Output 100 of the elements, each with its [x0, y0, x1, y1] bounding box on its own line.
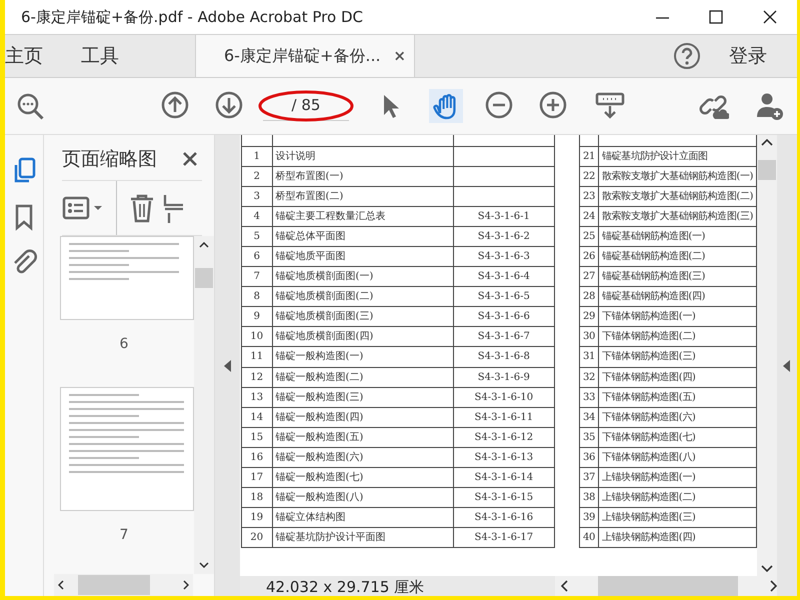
- table-cell: 2: [242, 166, 272, 186]
- table-cell: 锚碇一般构造图(一): [272, 346, 454, 368]
- search-icon[interactable]: [15, 91, 45, 121]
- table-cell: S4-3-1-6-13: [453, 447, 555, 468]
- table-cell: 上锚块钢筋构造图(四): [598, 528, 756, 548]
- scrollbar-thumb[interactable]: [195, 268, 213, 288]
- table-cell: 24: [580, 206, 598, 226]
- table-cell: 锚碇总体平面图: [272, 226, 454, 246]
- keyboard-icon[interactable]: [595, 91, 625, 121]
- zoom-in-icon[interactable]: [539, 91, 569, 121]
- arrow-down-icon[interactable]: [215, 91, 245, 121]
- table-cell: 锚碇地质横剖面图(一): [272, 266, 454, 287]
- scroll-up-icon[interactable]: [761, 139, 773, 146]
- table-cell: 下锚体钢筋构造图(三): [598, 346, 756, 368]
- user-add-icon[interactable]: [755, 91, 785, 121]
- table-cell: 锚碇立体结构图: [272, 508, 454, 528]
- table-cell: 上锚块钢筋构造图(一): [598, 468, 756, 488]
- table-cell: 锚碇一般构造图(八): [272, 488, 454, 508]
- login-button[interactable]: 登录: [701, 35, 797, 77]
- collapse-arrow-icon[interactable]: [224, 360, 232, 372]
- table-cell: 锚碇地质横剖面图(二): [272, 286, 454, 307]
- scrollbar-thumb[interactable]: [598, 576, 738, 596]
- scroll-right-icon[interactable]: [770, 580, 777, 592]
- table-cell: 锚碇基础钢筋构造图(四): [598, 286, 756, 307]
- table-cell: 下锚体钢筋构造图(六): [598, 407, 756, 428]
- scroll-up-icon[interactable]: [199, 242, 209, 248]
- table-cell: 锚碇地质横剖面图(四): [272, 326, 454, 347]
- table-cell: S4-3-1-6-14: [453, 468, 555, 488]
- table-cell: 21: [580, 146, 598, 166]
- scrollbar-thumb[interactable]: [78, 575, 150, 595]
- table-cell: 锚碇基坑防护设计平面图: [272, 528, 454, 548]
- table-cell: 锚碇一般构造图(七): [272, 468, 454, 488]
- table-cell: 8: [242, 286, 272, 307]
- close-icon[interactable]: [182, 151, 198, 168]
- table-cell: 3: [242, 186, 272, 206]
- table-cell: 下锚体钢筋构造图(八): [598, 447, 756, 468]
- table-cell: 39: [580, 508, 598, 528]
- table-cell: 25: [580, 226, 598, 246]
- scroll-down-icon[interactable]: [199, 562, 209, 568]
- table-cell: 上锚块钢筋构造图(二): [598, 488, 756, 508]
- scrollbar-thumb[interactable]: [758, 160, 776, 180]
- table-cell: S4-3-1-6-11: [453, 407, 555, 428]
- page-size-label: 42.032 x 29.715 厘米: [240, 576, 555, 596]
- table-cell: 29: [580, 306, 598, 327]
- table-cell: 37: [580, 468, 598, 488]
- tab[interactable]: 6-康定岸锚碇+备份...: [195, 35, 415, 77]
- scroll-down-icon[interactable]: [761, 565, 773, 572]
- table-cell: 锚碇基坑防护设计立面图: [598, 146, 756, 166]
- table-cell: 锚碇基础钢筋构造图(二): [598, 246, 756, 267]
- table-cell: S4-3-1-6-5: [453, 286, 555, 307]
- table-cell: S4-3-1-6-4: [453, 266, 555, 287]
- table-cell: 35: [580, 427, 598, 448]
- zoom-out-icon[interactable]: [485, 91, 515, 121]
- trash-icon[interactable]: [129, 192, 155, 222]
- table-cell: S4-3-1-6-6: [453, 306, 555, 327]
- scroll-left-icon[interactable]: [561, 580, 568, 592]
- table-cell: 下锚体钢筋构造图(五): [598, 387, 756, 408]
- table-cell: 32: [580, 367, 598, 388]
- table-cell: S4-3-1-6-17: [453, 528, 555, 548]
- table-cell: 锚碇主要工程数量汇总表: [272, 206, 454, 226]
- table-cell: 桥型布置图(二): [272, 186, 454, 206]
- table-cell: 12: [242, 367, 272, 388]
- table-cell: 锚碇一般构造图(六): [272, 447, 454, 468]
- table-cell: 锚碇基础钢筋构造图(三): [598, 266, 756, 287]
- table-cell: 31: [580, 346, 598, 368]
- page-thumbnail[interactable]: [60, 386, 194, 510]
- help-icon[interactable]: [673, 42, 701, 70]
- table-cell: 36: [580, 447, 598, 468]
- table-cell: S4-3-1-6-10: [453, 387, 555, 408]
- table-cell: 桥型布置图(一): [272, 166, 454, 186]
- table-cell: 锚碇地质平面图: [272, 246, 454, 267]
- arrow-up-icon[interactable]: [161, 91, 191, 121]
- table-cell: 下锚体钢筋构造图(四): [598, 367, 756, 388]
- tab[interactable]: 工具: [81, 35, 131, 77]
- page-number: 6: [118, 334, 130, 354]
- table-cell: 散索鞍支墩扩大基础钢筋构造图(三): [598, 206, 756, 226]
- table-cell: 38: [580, 488, 598, 508]
- options-icon[interactable]: [62, 194, 104, 220]
- table-cell: S4-3-1-6-1: [453, 206, 555, 226]
- tab[interactable]: 主页: [5, 35, 55, 77]
- table-cell: 17: [242, 468, 272, 488]
- scroll-left-icon[interactable]: [58, 580, 64, 590]
- table-cell: 14: [242, 407, 272, 428]
- collapse-arrow-icon[interactable]: [783, 360, 791, 372]
- table-cell: S4-3-1-6-8: [453, 346, 555, 368]
- table-cell: 40: [580, 528, 598, 548]
- table-cell: 锚碇一般构造图(二): [272, 367, 454, 388]
- table-cell: 锚碇一般构造图(四): [272, 407, 454, 428]
- table-cell: 设计说明: [272, 146, 454, 166]
- table-cell: 下锚体钢筋构造图(七): [598, 427, 756, 448]
- page-thumbnail[interactable]: [60, 236, 194, 320]
- close-icon[interactable]: [394, 51, 404, 61]
- table-cell: 7: [242, 266, 272, 287]
- table-cell: 10: [242, 326, 272, 347]
- table-cell: 1: [242, 146, 272, 166]
- table-cell: 下锚体钢筋构造图(二): [598, 326, 756, 347]
- scroll-right-icon[interactable]: [183, 580, 189, 590]
- table-cell: 锚碇一般构造图(三): [272, 387, 454, 408]
- table-cell: 6: [242, 246, 272, 267]
- table-cell: 锚碇基础钢筋构造图(一): [598, 226, 756, 246]
